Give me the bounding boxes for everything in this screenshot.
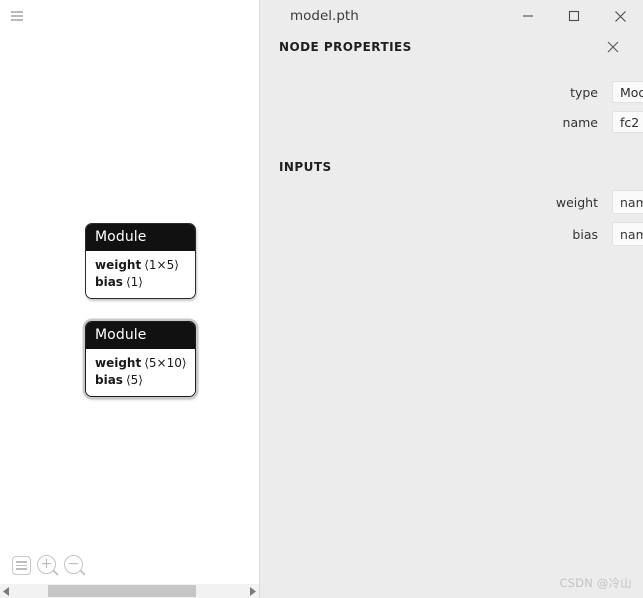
property-row-name: name fc2 [260,111,643,133]
zoom-out-label: − [67,556,80,572]
node-attribute: weight ⟨1×5⟩ [95,257,187,274]
window-controls [505,0,643,32]
graph-node[interactable]: Module weight ⟨1×5⟩ bias ⟨1⟩ [85,223,196,299]
node-attribute-value: ⟨5⟩ [125,373,143,387]
node-attribute-key: weight [95,258,142,272]
canvas-toolbar: + − [12,555,86,576]
magnifier-handle [80,570,86,576]
property-value-type[interactable]: Module [612,81,643,103]
node-attribute-value: ⟨1×5⟩ [144,258,179,272]
window-title: model.pth [290,8,359,24]
node-body: weight ⟨5×10⟩ bias ⟨5⟩ [86,349,195,396]
properties-form: type Module name fc2 INPUTS weight name:… [260,62,643,246]
property-row-type: type Module [260,81,643,103]
list-icon-line [16,568,27,570]
close-button[interactable] [597,0,643,32]
watermark: CSDN @冷山 [559,576,632,590]
list-icon-line [16,564,27,567]
input-value-weight[interactable]: name:fc2.weight + [612,190,643,214]
input-row-weight: weight name:fc2.weight + [260,190,643,214]
node-header: Module [86,322,195,349]
window-titlebar[interactable]: model.pth [260,0,643,32]
maximize-button[interactable] [551,0,597,32]
list-icon [12,556,31,575]
node-properties-panel: model.pth NODE PROPERTIES type Mod name … [259,0,643,598]
scrollbar-thumb[interactable] [48,585,196,597]
node-attribute-key: bias [95,275,123,289]
graph-canvas[interactable]: Module weight ⟨1×5⟩ bias ⟨1⟩ Module weight… [0,0,259,598]
toggle-list-view-button[interactable] [12,556,31,575]
list-icon-line [16,561,27,563]
node-attribute: weight ⟨5×10⟩ [95,355,187,372]
property-value-name[interactable]: fc2 [612,111,643,133]
scroll-right-arrow-icon[interactable] [245,584,259,598]
node-attribute-key: weight [95,356,142,370]
node-attribute-key: bias [95,373,123,387]
scrollbar-track[interactable] [14,584,245,598]
input-label-bias: bias [572,226,598,242]
node-attribute: bias ⟨1⟩ [95,274,187,291]
input-row-bias: bias name:fc2.bias + [260,222,643,246]
input-label-weight: weight [555,194,598,210]
zoom-out-button[interactable]: − [64,555,86,576]
input-name-prefix: name: [620,194,643,210]
panel-header: NODE PROPERTIES [260,32,643,62]
node-body: weight ⟨1×5⟩ bias ⟨1⟩ [86,251,195,298]
node-header: Module [86,224,195,251]
section-title-inputs: INPUTS [279,160,332,174]
node-attribute-value: ⟨5×10⟩ [144,356,187,370]
property-label-type: type [570,84,598,100]
magnifier-handle [53,570,59,576]
app-root: Module weight ⟨1×5⟩ bias ⟨1⟩ Module weight… [0,0,643,598]
scroll-left-arrow-icon[interactable] [0,584,14,598]
page-title: NODE PROPERTIES [279,40,412,54]
node-attribute: bias ⟨5⟩ [95,372,187,389]
zoom-in-button[interactable]: + [37,555,59,576]
horizontal-scrollbar[interactable] [0,584,259,598]
property-label-name: name [562,114,598,130]
minimize-button[interactable] [505,0,551,32]
input-value-bias[interactable]: name:fc2.bias + [612,222,643,246]
panel-close-icon[interactable] [605,39,621,55]
graph-node-selected[interactable]: Module weight ⟨5×10⟩ bias ⟨5⟩ [85,321,196,397]
zoom-in-label: + [40,556,53,572]
graph-nodes-layer: Module weight ⟨1×5⟩ bias ⟨1⟩ Module weight… [0,0,259,598]
node-attribute-value: ⟨1⟩ [125,275,143,289]
input-name-prefix: name: [620,226,643,242]
